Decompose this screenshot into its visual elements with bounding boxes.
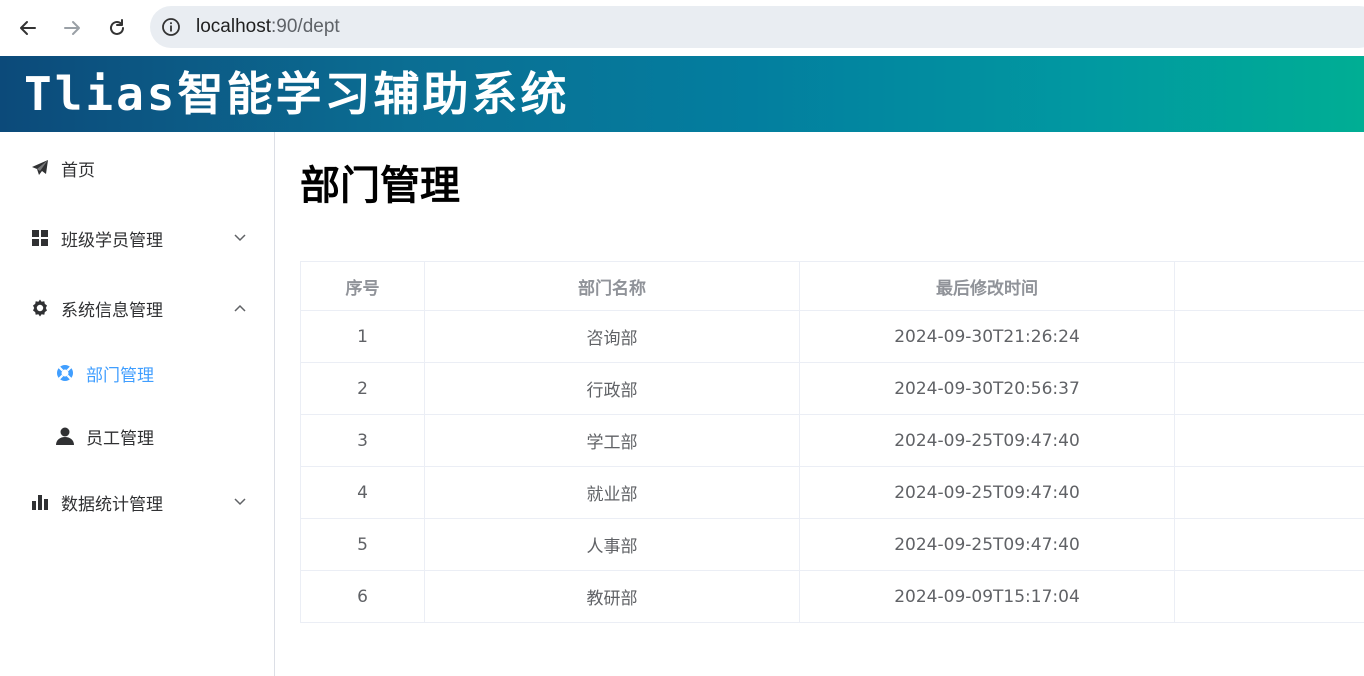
cell-actions: [1174, 310, 1364, 363]
cell-updated-time: 2024-09-25T09:47:40: [799, 518, 1175, 571]
bar-chart-icon: [30, 492, 50, 512]
table-row: 1 咨询部 2024-09-30T21:26:24: [300, 310, 1364, 363]
cell-actions: [1174, 466, 1364, 519]
info-icon[interactable]: [160, 16, 182, 38]
sidebar-item-statistics[interactable]: 数据统计管理: [0, 474, 274, 530]
cell-index: 5: [300, 518, 425, 571]
cell-index: 2: [300, 362, 425, 415]
gear-icon: [30, 298, 50, 318]
sidebar-item-label: 班级学员管理: [61, 230, 163, 251]
sidebar: 首页 班级学员管理 系统信息管理 部门管理 员工管理 数据统计管理: [0, 132, 275, 676]
app-title: Tlias智能学习辅助系统: [24, 67, 570, 121]
column-header-updated-time: 最后修改时间: [799, 261, 1175, 311]
sidebar-item-label: 首页: [61, 160, 95, 181]
user-icon: [55, 426, 75, 446]
table-row: 6 教研部 2024-09-09T15:17:04: [300, 570, 1364, 623]
cell-updated-time: 2024-09-30T21:26:24: [799, 310, 1175, 363]
cell-index: 4: [300, 466, 425, 519]
table-row: 5 人事部 2024-09-25T09:47:40: [300, 518, 1364, 571]
reload-icon: [110, 19, 124, 35]
sidebar-item-label: 员工管理: [86, 428, 154, 449]
column-header-dept-name: 部门名称: [424, 261, 800, 311]
chevron-down-icon: [233, 495, 247, 509]
chevron-down-icon: [233, 231, 247, 245]
cell-index: 6: [300, 570, 425, 623]
table-row: 3 学工部 2024-09-25T09:47:40: [300, 414, 1364, 467]
cell-actions: [1174, 518, 1364, 571]
cell-dept-name: 行政部: [424, 362, 800, 415]
sidebar-item-home[interactable]: 首页: [0, 140, 274, 196]
dept-table: 序号 部门名称 最后修改时间 1 咨询部 2024-09-30T21:26:24…: [300, 261, 1364, 623]
column-header-actions: [1174, 261, 1364, 311]
sidebar-item-label: 部门管理: [86, 365, 154, 386]
forward-button[interactable]: [54, 10, 90, 46]
grid-icon: [30, 228, 50, 248]
help-buoy-icon: [55, 363, 75, 383]
table-row: 2 行政部 2024-09-30T20:56:37: [300, 362, 1364, 415]
page-title: 部门管理: [300, 163, 460, 209]
app-header: Tlias智能学习辅助系统: [0, 56, 1364, 132]
address-bar[interactable]: localhost:90/dept: [150, 6, 1364, 48]
url-host: localhost: [196, 16, 271, 37]
cell-index: 1: [300, 310, 425, 363]
cell-dept-name: 人事部: [424, 518, 800, 571]
cell-index: 3: [300, 414, 425, 467]
sidebar-item-system-info[interactable]: 系统信息管理: [0, 280, 274, 336]
back-button[interactable]: [10, 10, 46, 46]
sidebar-item-class-students[interactable]: 班级学员管理: [0, 210, 274, 266]
sidebar-item-employee-management[interactable]: 员工管理: [0, 408, 274, 464]
cell-updated-time: 2024-09-25T09:47:40: [799, 414, 1175, 467]
column-header-index: 序号: [300, 261, 425, 311]
browser-toolbar: localhost:90/dept: [0, 0, 1364, 56]
table-header-row: 序号 部门名称 最后修改时间: [300, 261, 1364, 311]
cell-updated-time: 2024-09-30T20:56:37: [799, 362, 1175, 415]
sidebar-item-label: 数据统计管理: [61, 494, 163, 515]
url-path: :90/dept: [271, 16, 340, 37]
cell-dept-name: 学工部: [424, 414, 800, 467]
cell-dept-name: 就业部: [424, 466, 800, 519]
paper-plane-icon: [30, 158, 50, 178]
cell-dept-name: 教研部: [424, 570, 800, 623]
sidebar-item-dept-management[interactable]: 部门管理: [0, 345, 274, 401]
table-row: 4 就业部 2024-09-25T09:47:40: [300, 466, 1364, 519]
cell-actions: [1174, 570, 1364, 623]
reload-button[interactable]: [99, 10, 135, 46]
cell-dept-name: 咨询部: [424, 310, 800, 363]
arrow-left-icon: [20, 21, 36, 35]
url-text[interactable]: localhost:90/dept: [196, 16, 340, 38]
chevron-up-icon: [233, 301, 247, 315]
sidebar-item-label: 系统信息管理: [61, 300, 163, 321]
cell-actions: [1174, 362, 1364, 415]
arrow-right-icon: [64, 21, 80, 35]
cell-updated-time: 2024-09-09T15:17:04: [799, 570, 1175, 623]
cell-actions: [1174, 414, 1364, 467]
cell-updated-time: 2024-09-25T09:47:40: [799, 466, 1175, 519]
